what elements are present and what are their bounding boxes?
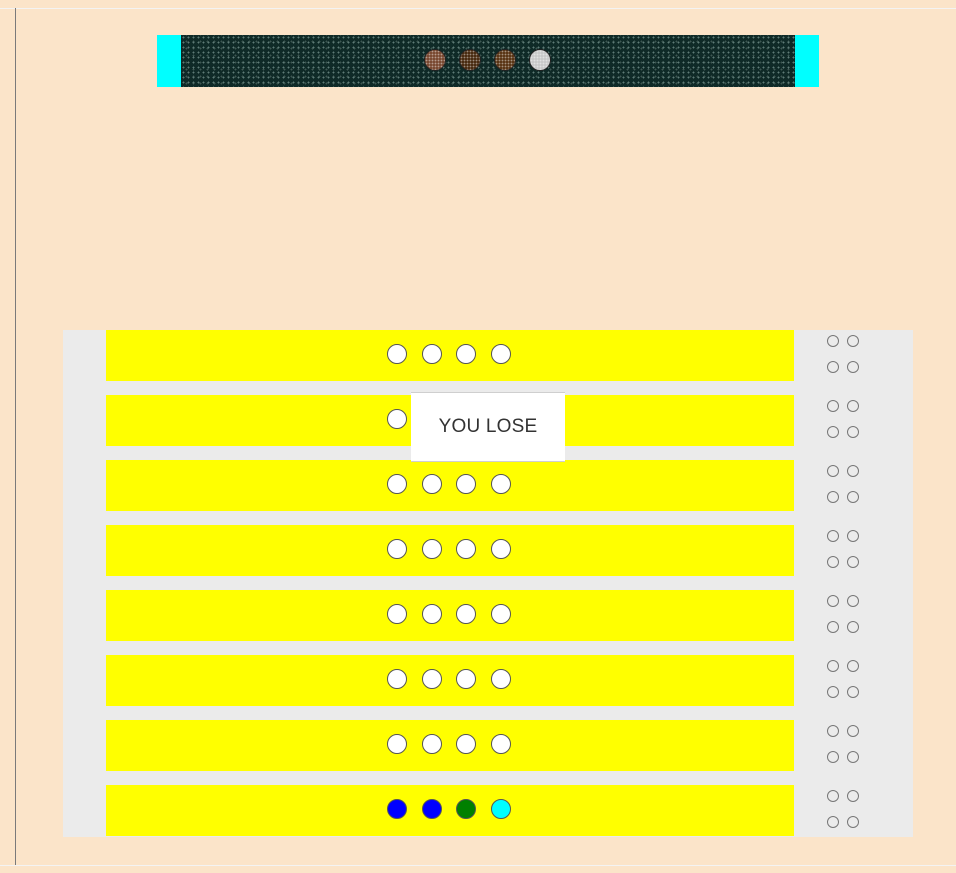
feedback-pegs bbox=[827, 525, 867, 568]
feedback-peg bbox=[827, 816, 839, 828]
feedback-pegs bbox=[827, 590, 867, 633]
feedback-peg bbox=[827, 400, 839, 412]
feedback-peg bbox=[827, 530, 839, 542]
guess-peg[interactable] bbox=[491, 734, 511, 754]
feedback-peg bbox=[827, 751, 839, 763]
top-border bbox=[0, 8, 956, 9]
feedback-peg bbox=[847, 491, 859, 503]
guess-peg[interactable] bbox=[422, 474, 442, 494]
feedback-peg bbox=[827, 426, 839, 438]
guess-peg[interactable] bbox=[387, 669, 407, 689]
left-border bbox=[15, 8, 16, 866]
guess-row bbox=[106, 330, 794, 381]
guess-row bbox=[106, 785, 794, 836]
feedback-peg bbox=[827, 595, 839, 607]
feedback-peg bbox=[847, 400, 859, 412]
feedback-peg bbox=[847, 465, 859, 477]
secret-peg bbox=[424, 49, 446, 71]
guess-peg[interactable] bbox=[491, 539, 511, 559]
result-message: YOU LOSE bbox=[438, 416, 538, 437]
feedback-peg bbox=[847, 556, 859, 568]
feedback-peg bbox=[847, 751, 859, 763]
guess-peg[interactable] bbox=[491, 799, 511, 819]
guess-peg[interactable] bbox=[422, 604, 442, 624]
result-dialog[interactable]: YOU LOSE bbox=[411, 392, 565, 462]
secret-peg bbox=[494, 49, 516, 71]
guess-peg[interactable] bbox=[456, 474, 476, 494]
feedback-peg bbox=[847, 790, 859, 802]
feedback-pegs bbox=[827, 720, 867, 763]
feedback-peg bbox=[847, 816, 859, 828]
guess-peg[interactable] bbox=[456, 734, 476, 754]
guess-row bbox=[106, 655, 794, 706]
feedback-peg bbox=[847, 725, 859, 737]
secret-peg bbox=[529, 49, 551, 71]
feedback-pegs bbox=[827, 460, 867, 503]
secret-panel-right-cap bbox=[795, 35, 819, 87]
guess-row bbox=[106, 525, 794, 576]
feedback-peg bbox=[827, 790, 839, 802]
guess-peg[interactable] bbox=[387, 734, 407, 754]
guess-peg[interactable] bbox=[456, 669, 476, 689]
feedback-peg bbox=[847, 426, 859, 438]
guess-peg[interactable] bbox=[456, 799, 476, 819]
guess-peg[interactable] bbox=[422, 669, 442, 689]
feedback-peg bbox=[827, 361, 839, 373]
guess-peg[interactable] bbox=[387, 539, 407, 559]
feedback-peg bbox=[847, 530, 859, 542]
feedback-peg bbox=[827, 335, 839, 347]
feedback-peg bbox=[827, 556, 839, 568]
feedback-peg bbox=[827, 621, 839, 633]
feedback-peg bbox=[827, 686, 839, 698]
guess-peg[interactable] bbox=[456, 604, 476, 624]
guess-peg[interactable] bbox=[422, 734, 442, 754]
feedback-peg bbox=[827, 660, 839, 672]
guess-peg[interactable] bbox=[491, 604, 511, 624]
feedback-peg bbox=[847, 335, 859, 347]
feedback-peg bbox=[827, 725, 839, 737]
guess-peg[interactable] bbox=[422, 799, 442, 819]
secret-panel-left-cap bbox=[157, 35, 181, 87]
guess-peg[interactable] bbox=[387, 799, 407, 819]
guess-peg[interactable] bbox=[456, 539, 476, 559]
feedback-peg bbox=[847, 686, 859, 698]
feedback-peg bbox=[847, 621, 859, 633]
guess-peg[interactable] bbox=[387, 344, 407, 364]
guess-peg[interactable] bbox=[456, 344, 476, 364]
guess-peg[interactable] bbox=[491, 474, 511, 494]
guess-peg[interactable] bbox=[387, 604, 407, 624]
secret-peg bbox=[459, 49, 481, 71]
guess-row bbox=[106, 720, 794, 771]
feedback-peg bbox=[847, 361, 859, 373]
secret-code-panel bbox=[157, 35, 819, 87]
guess-peg[interactable] bbox=[491, 669, 511, 689]
feedback-pegs bbox=[827, 655, 867, 698]
guess-row bbox=[106, 460, 794, 511]
guess-row bbox=[106, 590, 794, 641]
secret-panel-core bbox=[181, 35, 795, 87]
feedback-peg bbox=[847, 660, 859, 672]
guess-peg[interactable] bbox=[491, 344, 511, 364]
guess-peg[interactable] bbox=[422, 539, 442, 559]
feedback-pegs bbox=[827, 395, 867, 438]
guess-peg[interactable] bbox=[422, 344, 442, 364]
feedback-pegs bbox=[827, 330, 867, 373]
feedback-peg bbox=[827, 491, 839, 503]
bottom-border bbox=[0, 865, 956, 866]
guess-peg[interactable] bbox=[387, 409, 407, 429]
feedback-peg bbox=[847, 595, 859, 607]
guess-peg[interactable] bbox=[387, 474, 407, 494]
feedback-pegs bbox=[827, 785, 867, 828]
feedback-peg bbox=[827, 465, 839, 477]
